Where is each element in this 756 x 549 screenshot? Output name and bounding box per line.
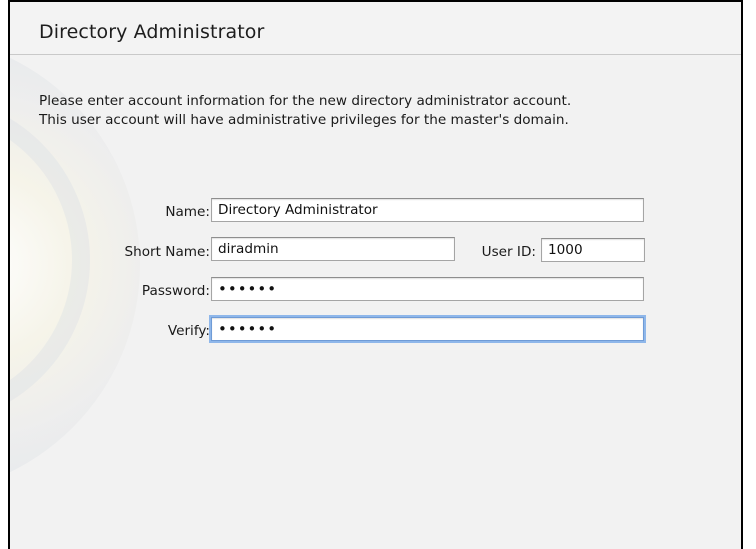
name-field[interactable]: Directory Administrator bbox=[211, 198, 644, 222]
instructions-text: Please enter account information for the… bbox=[39, 92, 729, 130]
verify-field[interactable]: •••••• bbox=[211, 317, 644, 341]
instructions-line-1: Please enter account information for the… bbox=[39, 93, 572, 109]
page-title: Directory Administrator bbox=[39, 21, 265, 43]
verify-label: Verify: bbox=[167, 323, 210, 339]
user-id-label: User ID: bbox=[481, 244, 536, 260]
password-label: Password: bbox=[141, 283, 210, 299]
name-label: Name: bbox=[165, 204, 210, 220]
password-field[interactable]: •••••• bbox=[211, 277, 644, 301]
assistant-window: Directory Administrator Please enter acc… bbox=[8, 0, 743, 549]
panel-header: Directory Administrator bbox=[10, 2, 741, 54]
content-area: Please enter account information for the… bbox=[10, 55, 741, 549]
short-name-field[interactable]: diradmin bbox=[211, 237, 455, 261]
short-name-label: Short Name: bbox=[124, 244, 211, 260]
user-id-field[interactable]: 1000 bbox=[541, 238, 645, 262]
instructions-line-2: This user account will have administrati… bbox=[39, 112, 569, 128]
